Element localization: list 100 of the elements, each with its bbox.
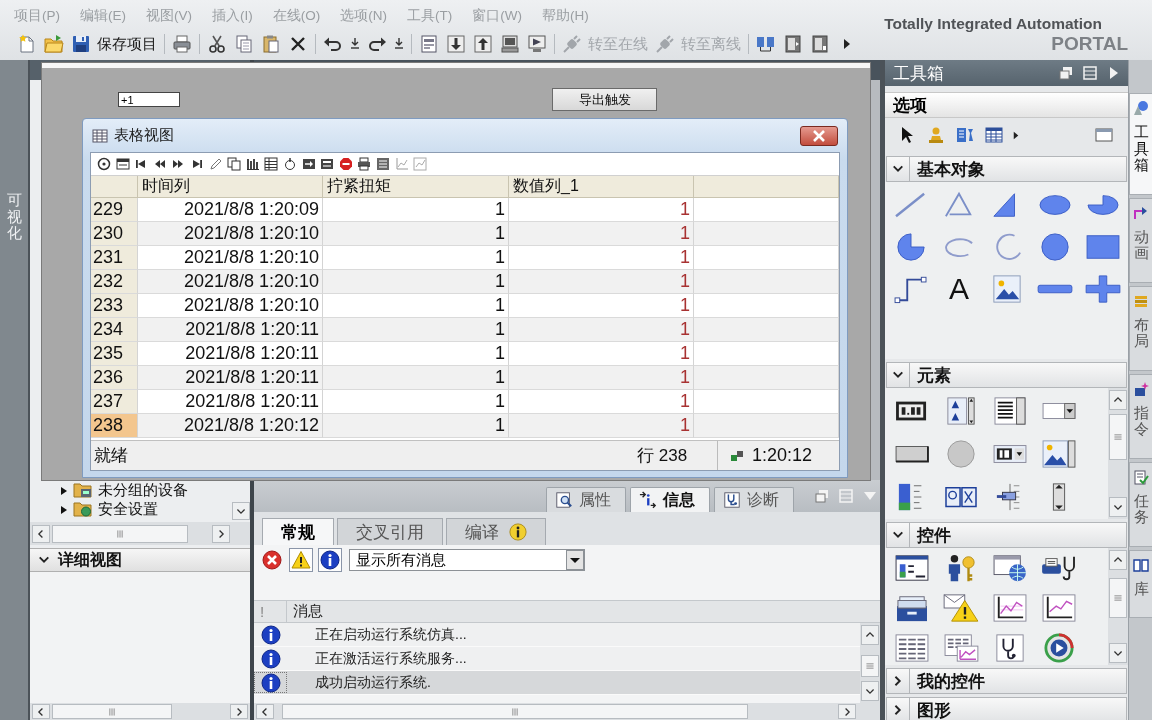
scroll-right-button[interactable] — [230, 704, 248, 719]
tool-panel-icon[interactable] — [955, 125, 975, 145]
monitor-arrow-icon[interactable] — [527, 34, 547, 54]
scrollbar-thumb[interactable] — [52, 704, 172, 719]
vertical-scrollbar[interactable] — [860, 623, 880, 703]
horizontal-scrollbar[interactable] — [30, 522, 250, 545]
panel-play-icon[interactable] — [783, 34, 803, 54]
bar-chart-icon[interactable] — [245, 157, 260, 171]
table-row[interactable]: 230 2021/8/8 1:20:10 1 1 — [91, 222, 839, 246]
stop-icon[interactable] — [338, 157, 353, 171]
message-row[interactable]: 正在启动运行系统仿真... — [254, 623, 860, 647]
message-row[interactable]: 成功启动运行系统. — [254, 671, 860, 695]
vertical-scrollbar[interactable] — [1108, 548, 1128, 665]
row-number-cell[interactable]: 232 — [91, 270, 138, 294]
paste-icon[interactable] — [261, 34, 281, 54]
row-number-cell[interactable]: 231 — [91, 246, 138, 270]
scroll-left-button[interactable] — [256, 704, 274, 719]
detail-view-header[interactable]: 详细视图 — [30, 548, 250, 572]
more-arrow-icon[interactable] — [1013, 130, 1019, 140]
panel-icon[interactable] — [810, 34, 830, 54]
cross-icon[interactable] — [1084, 274, 1122, 304]
network-devices-icon[interactable] — [756, 34, 776, 54]
row-number-cell[interactable]: 233 — [91, 294, 138, 318]
scrollbar-thumb[interactable] — [861, 655, 879, 677]
circle-dot-icon[interactable] — [97, 157, 111, 171]
io-field[interactable]: +1 — [118, 92, 180, 107]
warning-filter-button[interactable] — [289, 548, 313, 572]
printer-icon[interactable] — [357, 157, 372, 171]
pencil-icon[interactable] — [208, 157, 223, 171]
scroll-up-button[interactable] — [1109, 390, 1127, 410]
expand-arrow-icon[interactable] — [60, 505, 68, 514]
scrollbar-thumb[interactable] — [52, 524, 188, 543]
side-tab[interactable]: 动画 — [1129, 197, 1152, 283]
upload-icon[interactable] — [473, 34, 493, 54]
row-number-cell[interactable]: 237 — [91, 390, 138, 414]
table-row[interactable]: 232 2021/8/8 1:20:10 1 1 — [91, 270, 839, 294]
horizontal-scrollbar[interactable] — [30, 703, 250, 720]
scroll-left-button[interactable] — [32, 704, 50, 719]
copy-icon[interactable] — [227, 157, 242, 171]
connector-icon[interactable] — [892, 274, 930, 304]
section-header[interactable]: 我的控件 — [886, 668, 1127, 694]
table-row[interactable]: 233 2021/8/8 1:20:10 1 1 — [91, 294, 839, 318]
section-header[interactable]: 元素 — [886, 362, 1127, 388]
stopwatch-icon[interactable] — [282, 157, 297, 171]
row-number-cell[interactable]: 229 — [91, 198, 138, 222]
bars-panel-icon[interactable] — [320, 157, 335, 171]
inspector-tab[interactable]: 属性 — [546, 487, 626, 512]
info-filter-button[interactable] — [318, 548, 342, 572]
bar-window-icon[interactable] — [892, 553, 931, 583]
table-icon[interactable] — [264, 157, 279, 171]
scroll-up-button[interactable] — [861, 625, 879, 645]
row-number-cell[interactable]: 238 — [91, 414, 138, 438]
section-header[interactable]: 图形 — [886, 697, 1127, 720]
subtab[interactable]: 交叉引用 — [337, 518, 443, 545]
new-document-icon[interactable] — [17, 34, 37, 54]
message-filter-dropdown[interactable]: 显示所有消息 — [349, 549, 585, 571]
cut-icon[interactable] — [207, 34, 227, 54]
side-tab[interactable]: 指令 — [1129, 373, 1152, 459]
globe-window-icon[interactable] — [990, 553, 1029, 583]
import-icon[interactable] — [301, 157, 316, 171]
copy-icon[interactable] — [234, 34, 254, 54]
table-icon[interactable] — [892, 633, 931, 663]
restore-icon[interactable] — [1058, 65, 1074, 81]
row-number-cell[interactable]: 230 — [91, 222, 138, 246]
save-project-button[interactable]: 保存项目 — [71, 34, 157, 54]
scroll-right-button[interactable] — [838, 704, 856, 719]
tree-item[interactable]: 未分组的设备 — [30, 481, 232, 500]
vertical-scrollbar[interactable] — [1108, 388, 1128, 519]
side-tab[interactable]: 布局 — [1129, 285, 1152, 371]
scroll-left-button[interactable] — [32, 524, 50, 543]
list-icon[interactable] — [375, 157, 390, 171]
more-arrow-icon[interactable] — [843, 38, 851, 50]
table-row[interactable]: 235 2021/8/8 1:20:11 1 1 — [91, 342, 839, 366]
device-icon[interactable] — [500, 34, 520, 54]
side-tab[interactable]: 库 — [1129, 549, 1152, 618]
scrollbar-thumb[interactable] — [1109, 578, 1127, 618]
export-trigger-button[interactable]: 导出触发 — [552, 88, 657, 111]
window-icon[interactable] — [115, 157, 130, 171]
inspector-tab[interactable]: 诊断 — [714, 487, 794, 512]
line-chart-icon[interactable] — [1039, 593, 1078, 623]
row-number-cell[interactable]: 235 — [91, 342, 138, 366]
inspector-tab[interactable]: 信息 — [630, 487, 710, 512]
text-tool-glyph[interactable]: A — [940, 274, 978, 304]
download-icon[interactable] — [446, 34, 466, 54]
table-row[interactable]: 231 2021/8/8 1:20:10 1 1 — [91, 246, 839, 270]
trend-chart-icon[interactable] — [990, 593, 1029, 623]
rectangle-icon[interactable] — [1084, 232, 1122, 262]
panel-icon[interactable] — [1082, 65, 1098, 81]
picture-list-icon[interactable] — [1039, 439, 1078, 469]
horizontal-scrollbar[interactable] — [254, 703, 880, 720]
row-number-cell[interactable]: 236 — [91, 366, 138, 390]
grid-icon[interactable] — [984, 125, 1004, 145]
subtab[interactable]: 编译 — [446, 518, 546, 545]
open-folder-icon[interactable] — [44, 34, 64, 54]
scrollbar-thumb[interactable] — [282, 704, 748, 719]
scrollbar-thumb[interactable] — [1109, 414, 1127, 460]
scroll-down-button[interactable] — [232, 502, 250, 520]
table-row[interactable]: 234 2021/8/8 1:20:11 1 1 — [91, 318, 839, 342]
error-filter-button[interactable] — [260, 548, 284, 572]
scroll-up-button[interactable] — [1109, 550, 1127, 570]
